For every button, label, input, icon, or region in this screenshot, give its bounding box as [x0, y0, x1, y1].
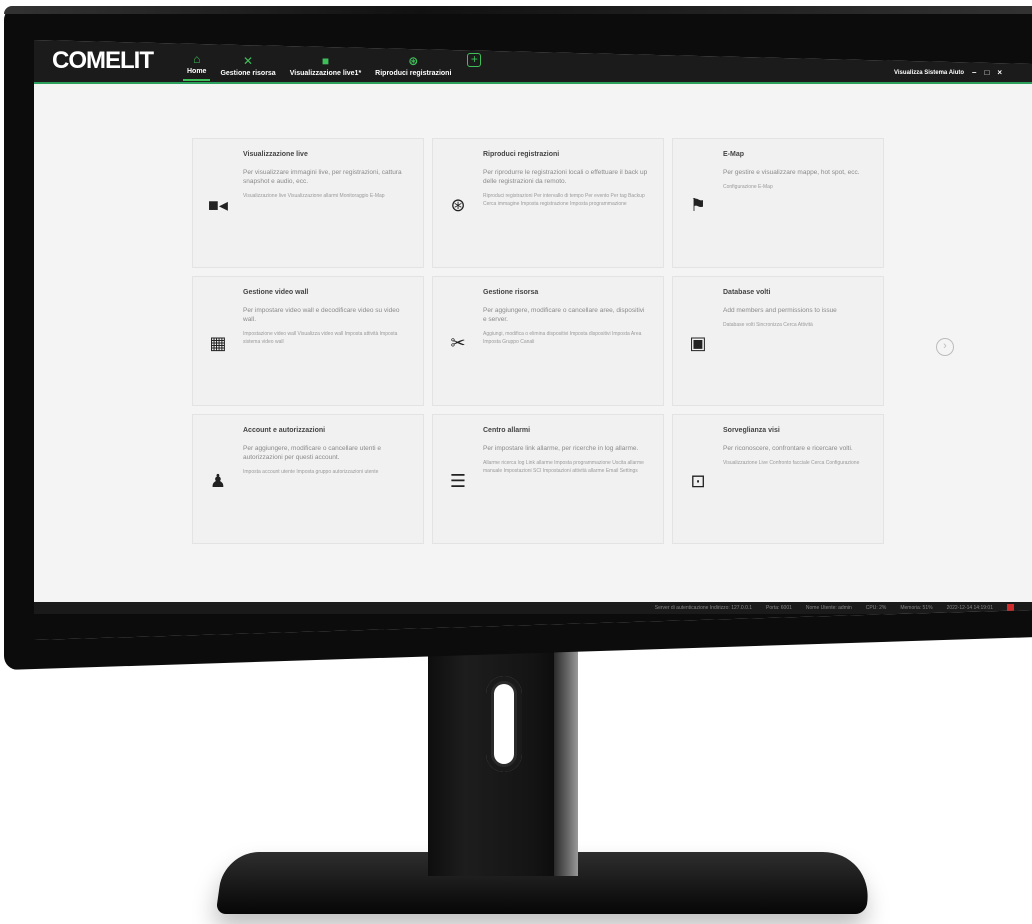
app-screen: COMELIT ⌂ Home ✕ Gestione risorsa ■ Visu… [34, 40, 1032, 640]
stand-cable-hole [486, 676, 522, 772]
card-links[interactable]: Riproduci registrazioni Per intervallo d… [483, 192, 649, 208]
card-links[interactable]: Visualizzazione Live Confronto facciale … [723, 459, 869, 467]
card-title: Gestione risorsa [483, 289, 539, 296]
face-surveillance-icon: ⊡ [690, 471, 706, 491]
card-gestione-risorsa[interactable]: ✂ Gestione risorsa Per aggiungere, modif… [432, 276, 664, 406]
camera-icon: ■ [321, 54, 330, 68]
card-description: Per aggiungere, modificare o cancellare … [243, 445, 382, 461]
card-description: Per impostare video wall e decodificare … [243, 307, 400, 323]
card-title: Riproduci registrazioni [483, 151, 560, 158]
tab-label: Home [187, 68, 207, 75]
tools-icon: ✕ [243, 54, 254, 68]
tab-home[interactable]: ⌂ Home [183, 41, 211, 81]
card-links[interactable]: Aggiungi, modifica o elimina dispositivi… [483, 330, 649, 346]
card-links[interactable]: Allarme ricerca log Link allarme Imposta… [483, 459, 649, 475]
card-account-autorizzazioni[interactable]: ♟ Account e autorizzazioni Per aggiunger… [192, 414, 424, 544]
tab-label: Riproduci registrazioni [375, 70, 452, 77]
datetime-status: 2022-12-14 14:19:01 [946, 605, 993, 611]
card-title: Visualizzazione live [243, 151, 308, 158]
auth-server-status: Server di autenticazione Indirizzo: 127.… [654, 605, 753, 611]
port-status: Porta: 6001 [766, 605, 792, 611]
module-grid: ■◂ Visualizzazione live Per visualizzare… [192, 138, 884, 558]
film-reel-icon: ⊛ [450, 195, 466, 215]
cpu-status: CPU: 2% [865, 605, 887, 611]
close-icon[interactable]: × [997, 68, 1002, 77]
face-database-icon: ▣ [689, 333, 707, 353]
comelit-logo: COMELIT [52, 47, 154, 74]
memory-status: Memoria: 51% [900, 605, 933, 611]
card-links[interactable]: Visualizzazione live Visualizzazione all… [243, 192, 409, 200]
video-wall-icon: ▦ [209, 333, 227, 353]
card-title: Sorveglianza visi [723, 427, 780, 434]
home-icon: ⌂ [193, 52, 201, 66]
card-title: Database volti [723, 289, 771, 296]
card-title: Gestione video wall [243, 289, 309, 296]
camera-icon: ■◂ [208, 195, 228, 215]
card-links[interactable]: Configurazione E-Map [723, 183, 869, 191]
tools-icon: ✂ [450, 333, 466, 353]
next-page-arrow-icon[interactable]: › [936, 338, 954, 356]
window-controls: Visualizza Sistema Aiuto – □ × [894, 68, 1002, 77]
tab-gestione-risorsa[interactable]: ✕ Gestione risorsa [216, 41, 279, 81]
add-tab-button[interactable]: + [467, 53, 482, 67]
card-description: Per impostare link allarme, per ricerche… [483, 445, 639, 452]
card-riproduci-registrazioni[interactable]: ⊛ Riproduci registrazioni Per riprodurre… [432, 138, 664, 268]
card-description: Per aggiungere, modificare o cancellare … [483, 307, 645, 323]
card-description: Per gestire e visualizzare mappe, hot sp… [723, 169, 860, 176]
card-sorveglianza-visi[interactable]: ⊡ Sorveglianza visi Per riconoscere, con… [672, 414, 884, 544]
maximize-icon[interactable]: □ [984, 68, 989, 77]
tab-label: Gestione risorsa [220, 70, 276, 77]
window-menu-label[interactable]: Visualizza Sistema Aiuto [894, 70, 964, 76]
card-e-map[interactable]: ⚑ E-Map Per gestire e visualizzare mappe… [672, 138, 884, 268]
tab-label: Visualizzazione live1* [289, 70, 362, 77]
card-description: Per riconoscere, confrontare e ricercare… [723, 445, 853, 452]
film-reel-icon: ⊛ [408, 54, 419, 68]
status-bar: Server di autenticazione Indirizzo: 127.… [34, 602, 1032, 614]
user-permission-icon: ♟ [209, 471, 227, 491]
card-links[interactable]: Impostazione video wall Visualizza video… [243, 330, 409, 346]
card-description: Per visualizzare immagini live, per regi… [243, 169, 402, 185]
card-title: Centro allarmi [483, 427, 531, 434]
alarm-center-icon: ☰ [449, 471, 467, 491]
card-description: Add members and permissions to issue [723, 307, 837, 314]
card-gestione-video-wall[interactable]: ▦ Gestione video wall Per impostare vide… [192, 276, 424, 406]
card-title: E-Map [723, 151, 744, 158]
card-links[interactable]: Imposta account utente Imposta gruppo au… [243, 468, 409, 476]
card-description: Per riprodurre le registrazioni locali o… [483, 169, 648, 185]
card-visualizzazione-live[interactable]: ■◂ Visualizzazione live Per visualizzare… [192, 138, 424, 268]
minimize-icon[interactable]: – [972, 68, 976, 77]
card-centro-allarmi[interactable]: ☰ Centro allarmi Per impostare link alla… [432, 414, 664, 544]
flag-icon: ⚑ [689, 195, 707, 215]
card-title: Account e autorizzazioni [243, 427, 326, 434]
monitor-bezel-top [4, 6, 1032, 14]
user-status: Nome Utente: admin [805, 605, 852, 611]
card-links[interactable]: Database volti Sincronizza Cerca Attivit… [723, 321, 869, 329]
card-database-volti[interactable]: ▣ Database volti Add members and permiss… [672, 276, 884, 406]
